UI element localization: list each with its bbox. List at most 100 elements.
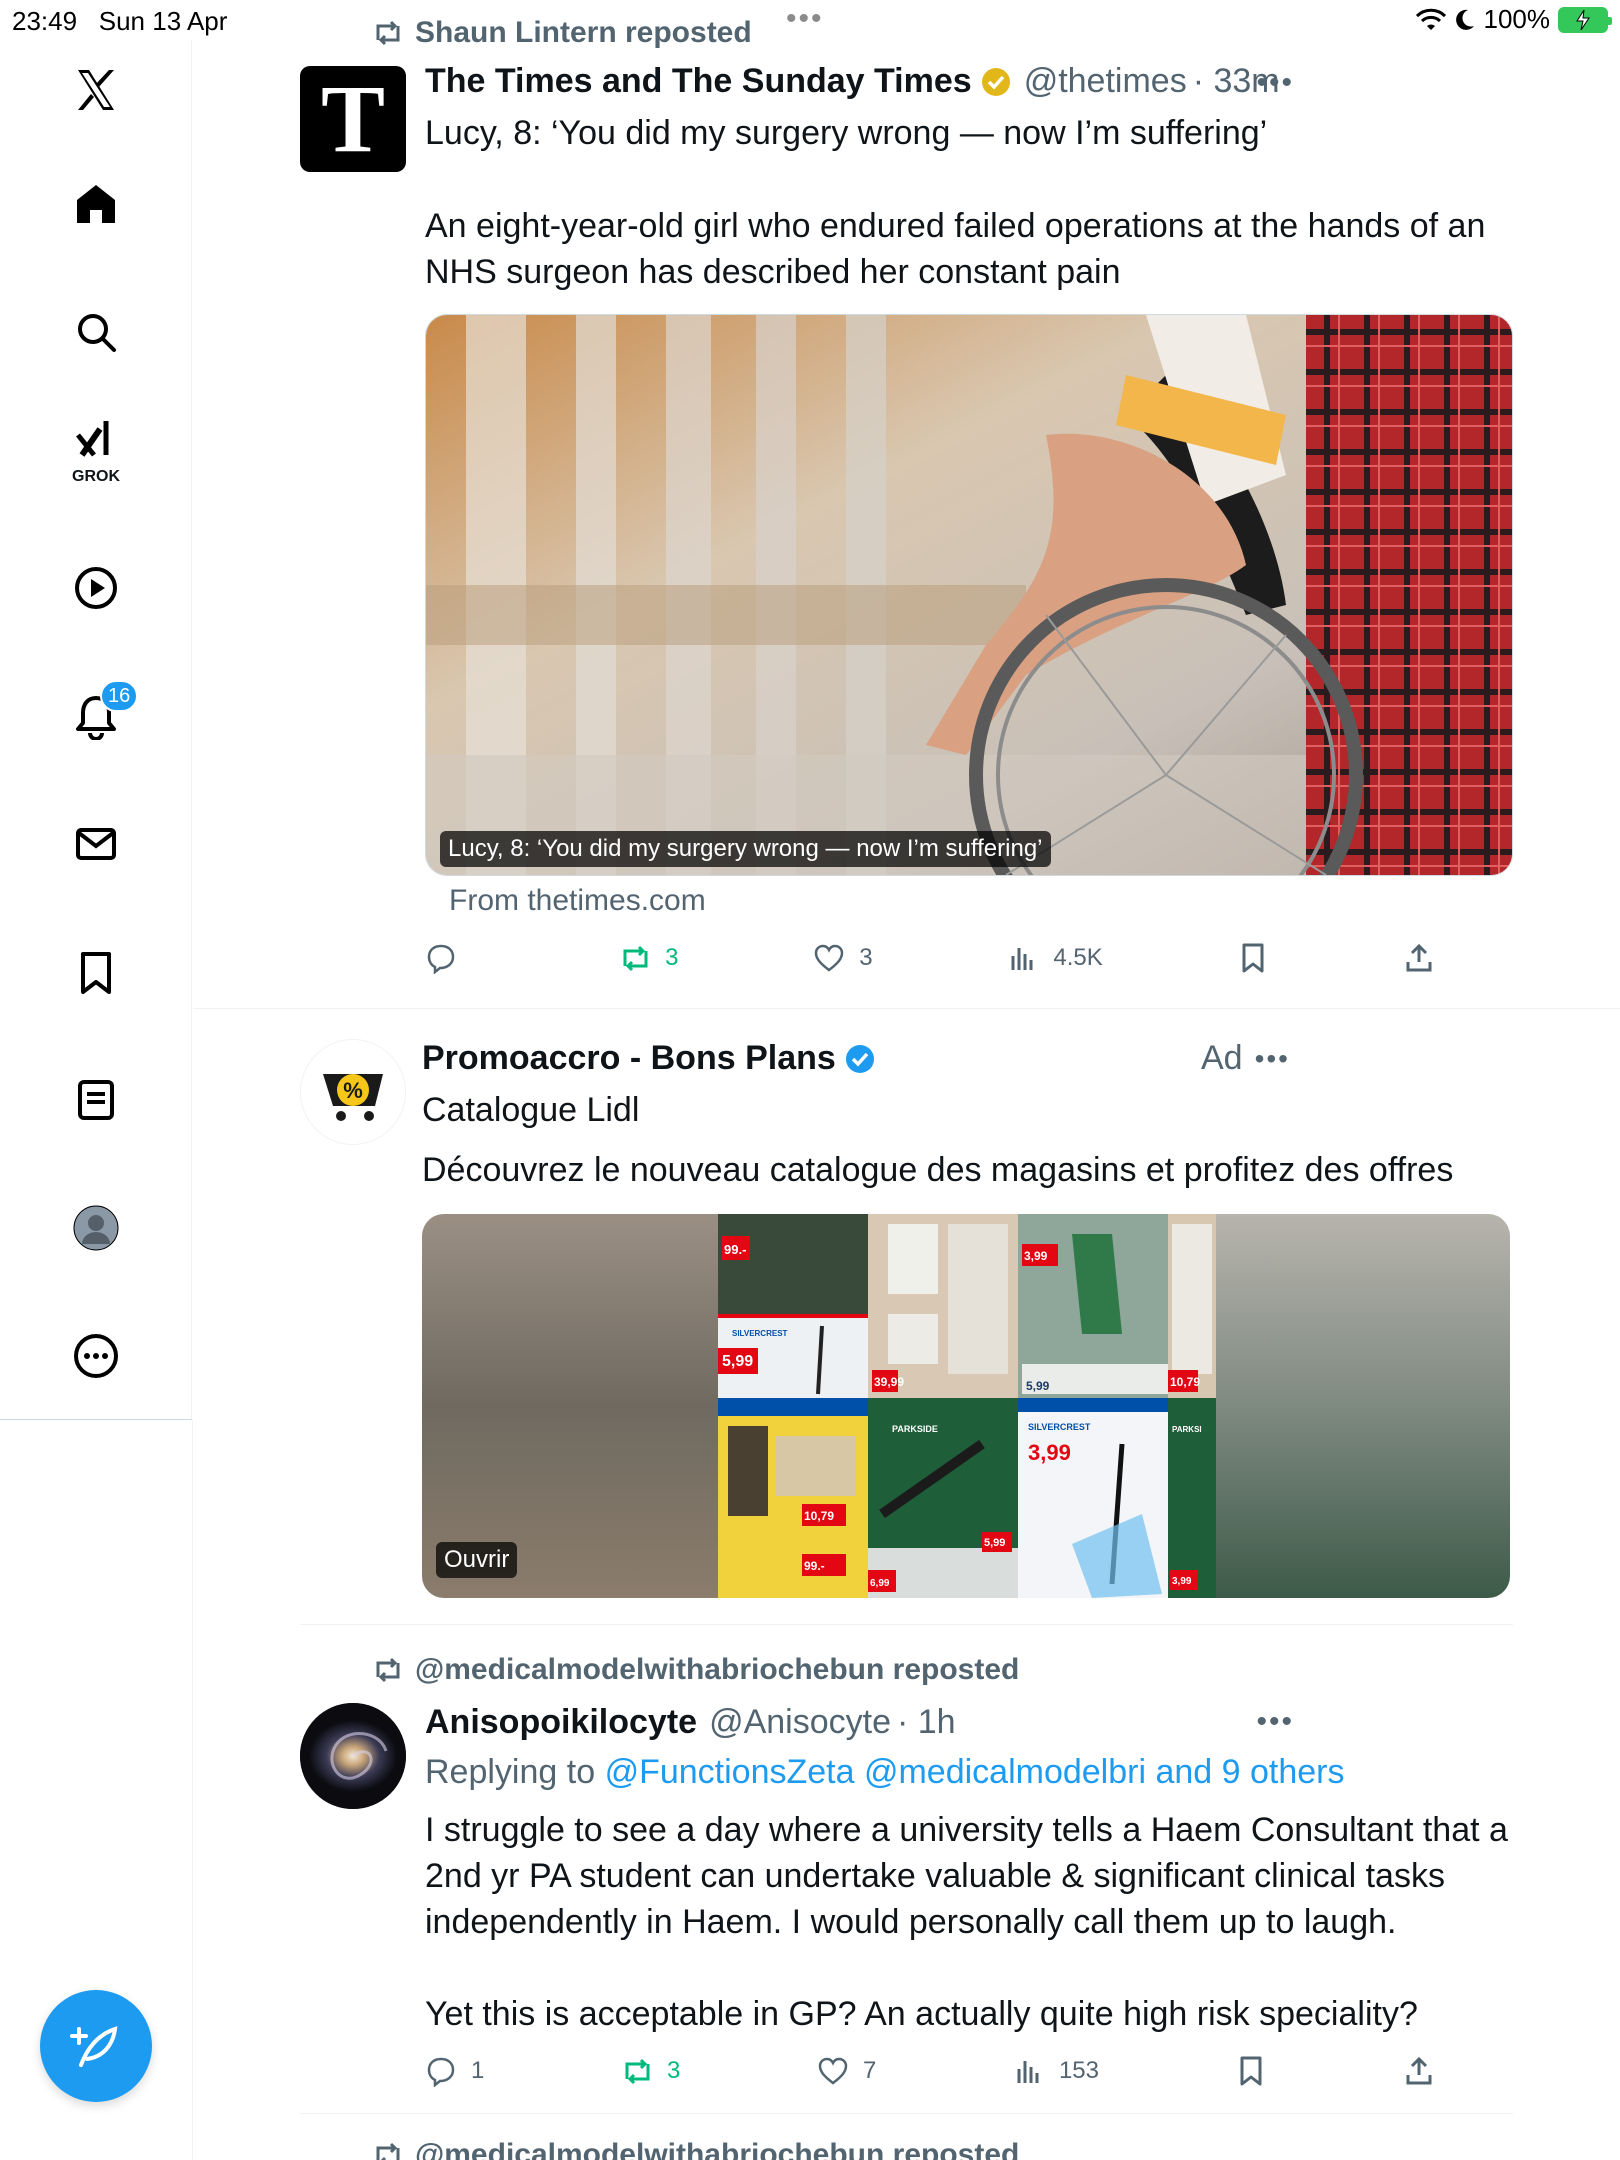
avatar-promoaccro[interactable]: % [300, 1039, 406, 1145]
advertiser-name[interactable]: Promoaccro - Bons Plans [422, 1039, 836, 1078]
ad-header: Promoaccro - Bons Plans [422, 1039, 876, 1078]
ad-more-button[interactable]: ••• [1255, 1043, 1290, 1075]
grok-icon[interactable]: GROK [56, 410, 136, 490]
repost-button[interactable]: 3 [619, 942, 679, 974]
tweet[interactable]: @medicalmodelwithabriochebun reposted An… [193, 1625, 1620, 2113]
svg-text:99.-: 99.- [724, 1242, 746, 1257]
grok-label: GROK [72, 468, 120, 485]
replying-to-links[interactable]: @FunctionsZeta @medicalmodelbri and 9 ot… [605, 1753, 1345, 1791]
tweet-more-button[interactable]: ••• [1256, 66, 1294, 100]
card-source[interactable]: From thetimes.com [449, 884, 706, 918]
bookmark-icon [1240, 2056, 1262, 2086]
ad-body: Découvrez le nouveau catalogue des magas… [422, 1151, 1454, 1189]
tweet-headline: Lucy, 8: ‘You did my surgery wrong — now… [425, 114, 1268, 152]
author-handle[interactable]: @thetimes [1024, 62, 1187, 101]
tweet-actions: 1 3 7 153 [425, 2047, 1435, 2095]
author-name[interactable]: The Times and The Sunday Times [425, 62, 972, 101]
share-button[interactable] [1403, 942, 1435, 974]
views-count: 153 [1058, 2057, 1099, 2084]
promoted-tweet[interactable]: % Promoaccro - Bons Plans Ad ••• Catalog… [193, 1009, 1620, 1624]
bookmark-icon [1242, 943, 1264, 973]
svg-text:SILVERCREST: SILVERCREST [1028, 1422, 1091, 1432]
sidebar-divider [0, 1419, 192, 1420]
video-icon[interactable] [56, 548, 136, 628]
notifications-badge: 16 [100, 680, 139, 712]
compose-feather-icon [70, 2026, 118, 2067]
repost-icon [623, 945, 648, 972]
repost-label: @medicalmodelwithabriochebun reposted [415, 1653, 1020, 1686]
tweet-divider [300, 2113, 1513, 2114]
messages-envelope-icon[interactable] [56, 804, 136, 884]
home-icon[interactable] [56, 164, 136, 244]
repost-icon [376, 2142, 400, 2160]
repost-icon [625, 2058, 650, 2085]
profile-avatar-icon[interactable] [56, 1188, 136, 1268]
svg-text:%: % [343, 1078, 363, 1103]
reply-button[interactable]: 1 [425, 2055, 485, 2087]
svg-text:SILVERCREST: SILVERCREST [732, 1329, 788, 1338]
ad-headline: Catalogue Lidl [422, 1091, 640, 1129]
verified-gold-icon [981, 67, 1010, 96]
like-count: 7 [862, 2057, 877, 2084]
svg-text:5,99: 5,99 [722, 1353, 753, 1370]
repost-indicator: @medicalmodelwithabriochebun reposted [373, 2138, 1019, 2160]
heart-icon [818, 2057, 848, 2085]
timeline-feed: Shaun Lintern reposted T The Times and T… [193, 0, 1620, 2160]
lists-icon[interactable] [56, 1060, 136, 1140]
tweet-body: An eight-year-old girl who endured faile… [425, 207, 1486, 291]
svg-text:5,99: 5,99 [984, 1537, 1005, 1549]
like-count: 3 [859, 944, 873, 971]
link-card-image[interactable]: Lucy, 8: ‘You did my surgery wrong — now… [425, 314, 1513, 876]
repost-label: Shaun Lintern reposted [415, 16, 752, 49]
svg-text:3,99: 3,99 [1172, 1576, 1192, 1587]
ad-label: Ad [1200, 1039, 1243, 1077]
repost-count: 3 [665, 944, 679, 971]
search-icon[interactable] [56, 292, 136, 372]
tweet-body: I struggle to see a day where a universi… [425, 1811, 1508, 1941]
bookmark-button[interactable] [1235, 2055, 1267, 2087]
svg-text:3,99: 3,99 [1028, 1440, 1071, 1465]
reply-count: 1 [471, 2057, 485, 2084]
like-button[interactable]: 7 [817, 2055, 877, 2087]
repost-button[interactable]: 3 [621, 2055, 681, 2087]
views-button[interactable]: 4.5K [1007, 942, 1103, 974]
svg-text:10,79: 10,79 [1170, 1375, 1200, 1389]
replying-prefix: Replying to [425, 1753, 596, 1791]
tweet-more-button[interactable]: ••• [1256, 1705, 1294, 1739]
svg-text:99.-: 99.- [804, 1559, 825, 1573]
svg-text:3,99: 3,99 [1024, 1249, 1048, 1263]
sidebar: GROK 16 [0, 40, 192, 1420]
repost-indicator: @medicalmodelwithabriochebun reposted [373, 1653, 1019, 1687]
svg-text:PARKSIDE: PARKSIDE [892, 1424, 938, 1434]
repost-label: @medicalmodelwithabriochebun reposted [415, 2138, 1020, 2160]
bookmark-button[interactable] [1237, 942, 1269, 974]
avatar-anisocyte[interactable] [300, 1703, 406, 1809]
compose-post-button[interactable] [40, 1990, 152, 2102]
tweet-header: Anisopoikilocyte @Anisocyte · 1h [425, 1703, 956, 1742]
repost-icon [376, 1657, 400, 1683]
ad-image[interactable]: 99.- SILVERCREST 5,99 39,99 3,99 5,99 10… [422, 1214, 1510, 1598]
share-button[interactable] [1403, 2055, 1435, 2087]
views-count: 4.5K [1053, 944, 1103, 971]
repost-icon [376, 20, 400, 46]
bookmarks-icon[interactable] [56, 932, 136, 1012]
replying-to: Replying to @FunctionsZeta @medicalmodel… [425, 1753, 1345, 1792]
open-button[interactable]: Ouvrir [436, 1542, 518, 1578]
repost-indicator: Shaun Lintern reposted [373, 16, 752, 50]
views-bar-chart-icon [1011, 948, 1033, 970]
tweet-time[interactable]: · 1h [897, 1703, 956, 1742]
more-options-icon[interactable] [56, 1316, 136, 1396]
avatar-thetimes[interactable]: T [300, 66, 406, 172]
views-button[interactable]: 153 [1013, 2055, 1099, 2087]
reply-icon [427, 2057, 455, 2087]
reply-button[interactable] [425, 942, 485, 974]
verified-blue-icon [845, 1044, 874, 1073]
share-upload-icon [1406, 943, 1432, 972]
x-logo-icon[interactable] [56, 50, 136, 130]
author-handle[interactable]: @Anisocyte [709, 1703, 891, 1742]
notifications-bell-icon[interactable]: 16 [56, 676, 139, 756]
like-button[interactable]: 3 [813, 942, 873, 974]
author-name[interactable]: Anisopoikilocyte [425, 1703, 697, 1742]
tweet[interactable]: Shaun Lintern reposted T The Times and T… [193, 0, 1620, 1008]
tweet-header: The Times and The Sunday Times @thetimes… [425, 62, 1280, 101]
